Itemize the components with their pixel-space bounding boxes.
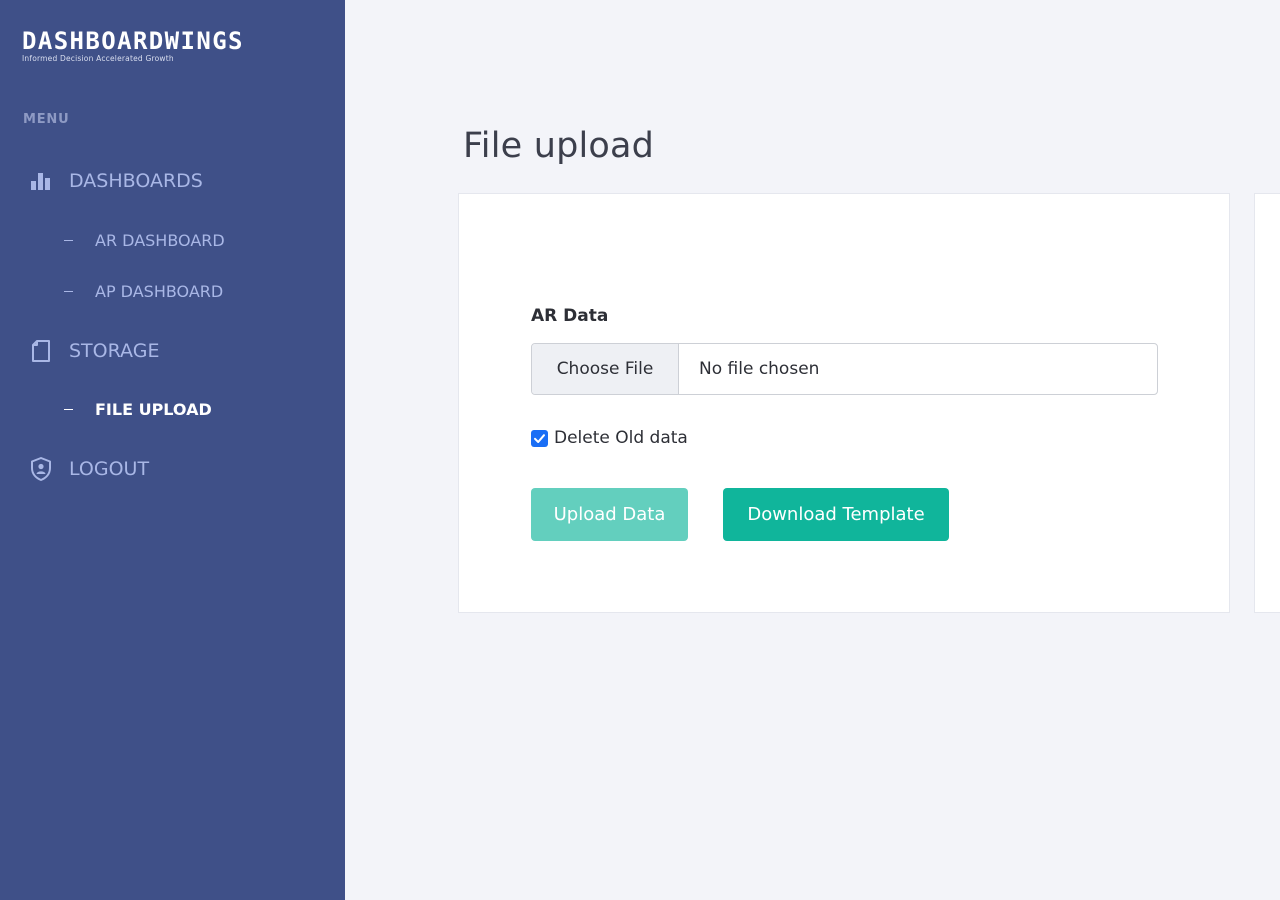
sidebar-item-ar-dashboard[interactable]: AR DASHBOARD (64, 228, 225, 252)
menu-label: MENU (23, 112, 70, 127)
bar-chart-icon (28, 168, 54, 194)
sidebar-item-dashboards[interactable]: DASHBOARDS (28, 166, 203, 196)
dash-marker (64, 408, 73, 410)
file-icon (28, 338, 54, 364)
delete-old-data-checkbox[interactable] (531, 429, 548, 447)
delete-old-data-label: Delete Old data (554, 428, 688, 448)
user-shield-icon (28, 456, 54, 482)
sidebar-item-label: STORAGE (69, 340, 160, 362)
sidebar-subitem-label: FILE UPLOAD (95, 399, 212, 419)
sidebar-item-file-upload[interactable]: FILE UPLOAD (64, 397, 212, 421)
sidebar: DASHBOARDWINGS Informed Decision Acceler… (0, 0, 345, 900)
file-status-text: No file chosen (699, 359, 820, 379)
download-template-button[interactable]: Download Template (723, 488, 949, 541)
delete-old-data-row: Delete Old data (531, 428, 688, 448)
sidebar-item-label: DASHBOARDS (69, 170, 203, 192)
upload-data-button[interactable]: Upload Data (531, 488, 688, 541)
sidebar-item-storage[interactable]: STORAGE (28, 336, 159, 366)
sidebar-subitem-label: AP DASHBOARD (95, 281, 224, 301)
sidebar-item-logout[interactable]: LOGOUT (28, 454, 149, 484)
ar-data-file-input[interactable]: Choose File No file chosen (531, 343, 1158, 395)
brand-name: DASHBOARDWINGS (22, 27, 244, 55)
checkmark-icon (534, 433, 545, 443)
secondary-card (1254, 193, 1280, 613)
brand-logo[interactable]: DASHBOARDWINGS Informed Decision Acceler… (22, 29, 322, 63)
sidebar-item-ap-dashboard[interactable]: AP DASHBOARD (64, 279, 223, 303)
sidebar-item-label: LOGOUT (69, 458, 150, 480)
brand-tagline: Informed Decision Accelerated Growth (22, 54, 174, 63)
dash-marker (64, 239, 73, 241)
ar-data-label: AR Data (531, 306, 609, 326)
choose-file-button[interactable]: Choose File (532, 344, 679, 394)
page-title: File upload (463, 126, 655, 166)
upload-card (458, 193, 1230, 613)
dash-marker (64, 290, 73, 292)
sidebar-subitem-label: AR DASHBOARD (95, 230, 225, 250)
